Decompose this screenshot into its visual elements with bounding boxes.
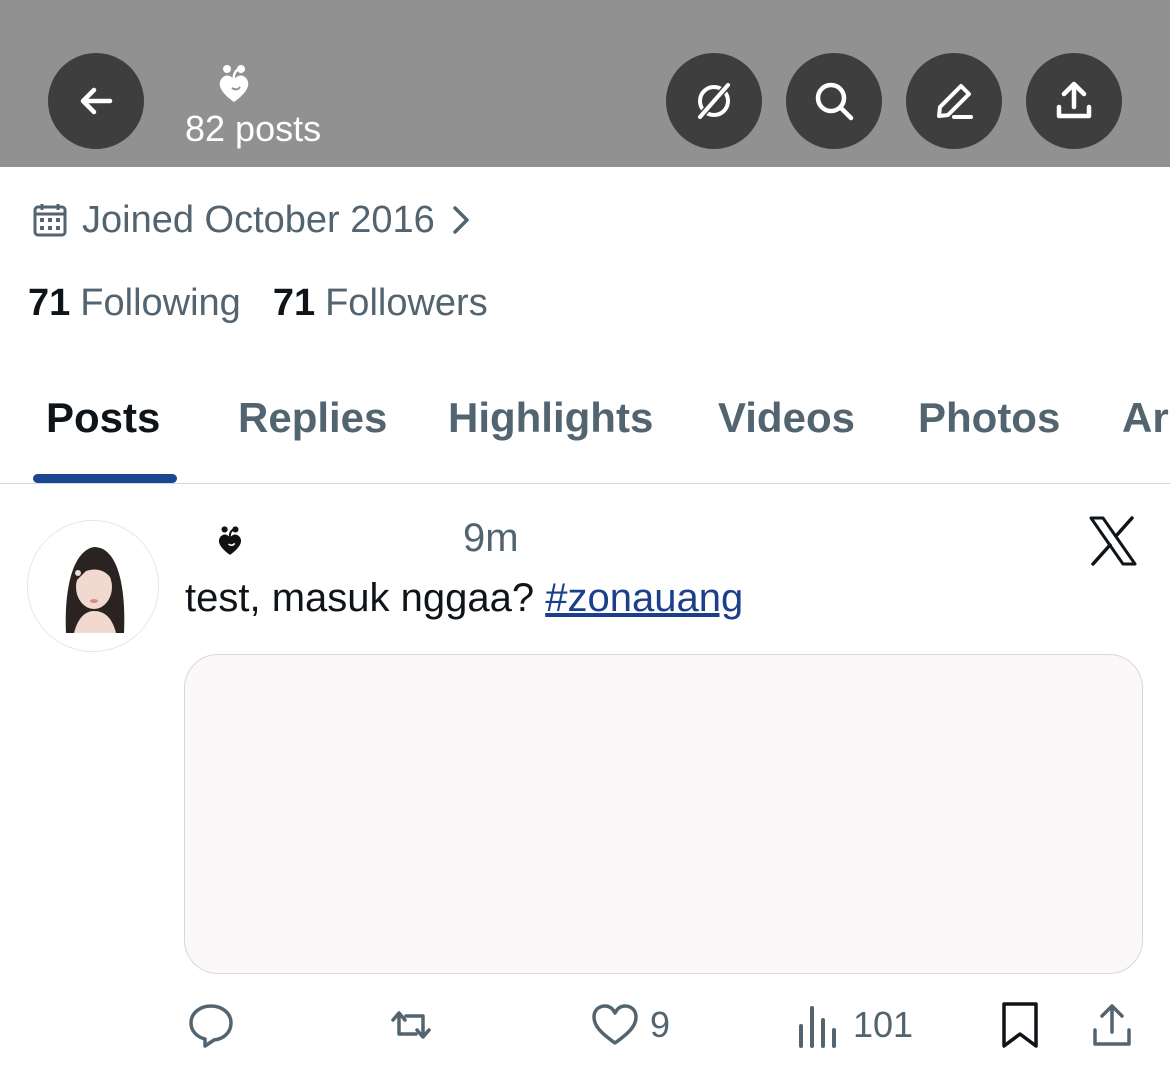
following-label: Following bbox=[80, 282, 241, 324]
reply-icon bbox=[189, 1004, 233, 1048]
repost-button[interactable] bbox=[386, 1000, 436, 1050]
post-timestamp[interactable]: 9m bbox=[463, 516, 519, 561]
bookmark-icon bbox=[1002, 1002, 1038, 1048]
post-body: test, masuk nggaa? #zonauang bbox=[185, 576, 743, 621]
arrow-left-icon bbox=[80, 87, 113, 115]
post-media[interactable] bbox=[184, 654, 1143, 974]
share-icon bbox=[1056, 81, 1092, 119]
tab-highlights[interactable]: Highlights bbox=[448, 394, 653, 442]
search-icon bbox=[815, 82, 854, 121]
tab-articles[interactable]: Ar bbox=[1122, 394, 1169, 442]
reply-button[interactable] bbox=[186, 1000, 236, 1050]
like-button[interactable]: 9 bbox=[590, 1000, 670, 1050]
joined-date: Joined October 2016 bbox=[82, 198, 435, 241]
share-icon bbox=[1093, 1004, 1131, 1046]
avatar-image bbox=[28, 521, 158, 651]
x-logo-icon bbox=[1089, 516, 1137, 566]
tab-videos[interactable]: Videos bbox=[718, 394, 855, 442]
back-button[interactable] bbox=[48, 53, 144, 149]
grok-button[interactable] bbox=[666, 53, 762, 149]
post-text: test, masuk nggaa? bbox=[185, 576, 546, 620]
profile-tabs: Posts Replies Highlights Videos Photos A… bbox=[0, 380, 1170, 484]
post-count: 82 posts bbox=[185, 108, 322, 149]
views-count: 101 bbox=[853, 1004, 914, 1045]
followers-count: 71 bbox=[272, 282, 316, 324]
share-button[interactable] bbox=[1026, 53, 1122, 149]
edit-button[interactable] bbox=[906, 53, 1002, 149]
avatar[interactable] bbox=[27, 520, 159, 652]
edit-icon bbox=[937, 84, 973, 119]
post-share-button[interactable] bbox=[1087, 1000, 1137, 1050]
followers-link[interactable]: 71 Followers bbox=[273, 282, 488, 325]
tab-photos[interactable]: Photos bbox=[918, 394, 1060, 442]
views-button[interactable]: 101 bbox=[793, 1000, 913, 1050]
following-count: 71 bbox=[28, 282, 71, 324]
like-count: 9 bbox=[650, 1004, 671, 1045]
grok-icon bbox=[696, 81, 732, 121]
hashtag-link[interactable]: #zonauang bbox=[545, 576, 743, 620]
following-link[interactable]: 71 Following bbox=[28, 282, 241, 325]
calendar-icon bbox=[33, 204, 67, 237]
heart-logo-icon bbox=[219, 65, 249, 102]
followers-label: Followers bbox=[325, 282, 488, 324]
bookmark-button[interactable] bbox=[995, 1000, 1045, 1050]
author-logo-icon bbox=[218, 526, 242, 555]
profile-header: 82 posts bbox=[0, 0, 1170, 167]
search-button[interactable] bbox=[786, 53, 882, 149]
follow-stats: 71 Following 71 Followers bbox=[28, 282, 520, 325]
chevron-right-icon bbox=[453, 206, 469, 234]
heart-icon bbox=[592, 1004, 638, 1045]
tab-replies[interactable]: Replies bbox=[238, 394, 387, 442]
joined-date-row[interactable]: Joined October 2016 bbox=[32, 196, 475, 244]
analytics-icon bbox=[799, 1006, 836, 1048]
tab-posts[interactable]: Posts bbox=[46, 394, 160, 442]
repost-icon bbox=[391, 1011, 431, 1039]
active-tab-indicator bbox=[33, 474, 177, 483]
